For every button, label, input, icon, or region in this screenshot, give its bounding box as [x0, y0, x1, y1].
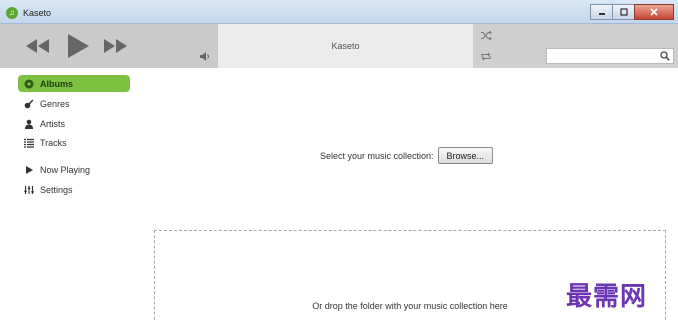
- play-icon: [24, 165, 34, 175]
- playback-options: [473, 24, 678, 68]
- sidebar-item-label: Genres: [40, 98, 70, 109]
- sidebar-item-albums[interactable]: Albums: [18, 75, 130, 92]
- collection-select-row: Select your music collection: Browse...: [320, 147, 494, 164]
- list-icon: [24, 138, 34, 148]
- sidebar-item-label: Now Playing: [40, 164, 91, 175]
- repeat-icon[interactable]: [480, 51, 492, 62]
- player-bar: Kaseto: [0, 24, 678, 68]
- sidebar-item-now-playing[interactable]: Now Playing: [18, 161, 130, 178]
- minimize-button[interactable]: [590, 4, 613, 20]
- person-icon: [24, 119, 34, 129]
- select-collection-label: Select your music collection:: [320, 150, 434, 161]
- previous-icon[interactable]: [24, 37, 50, 55]
- sidebar-item-label: Artists: [40, 118, 66, 129]
- close-button[interactable]: [634, 4, 674, 20]
- guitar-icon: [24, 99, 34, 109]
- shuffle-icon[interactable]: [480, 30, 492, 41]
- play-icon[interactable]: [62, 32, 92, 60]
- sliders-icon: [24, 185, 34, 195]
- maximize-icon: [619, 8, 628, 16]
- sidebar-nav: Albums Genres Artists Tracks Now Playing…: [0, 68, 150, 321]
- next-icon[interactable]: [103, 37, 129, 55]
- now-playing-title: Kaseto: [331, 41, 360, 51]
- sidebar-item-label: Settings: [40, 184, 73, 195]
- sidebar-item-settings[interactable]: Settings: [18, 181, 130, 198]
- search-input[interactable]: [547, 49, 657, 63]
- transport-controls: [0, 24, 218, 68]
- sidebar-item-label: Tracks: [40, 137, 67, 148]
- sidebar-item-label: Albums: [40, 78, 74, 89]
- search-icon[interactable]: [660, 51, 670, 61]
- maximize-button[interactable]: [612, 4, 635, 20]
- volume-icon[interactable]: [199, 51, 211, 62]
- search-box: [546, 48, 674, 64]
- window-title-bar: ♫ Kaseto: [0, 0, 678, 24]
- now-playing-display: Kaseto: [218, 24, 473, 68]
- window-controls: [590, 4, 674, 20]
- app-icon: ♫: [6, 7, 18, 19]
- minimize-icon: [598, 13, 605, 15]
- window-title: Kaseto: [23, 8, 52, 18]
- sidebar-item-tracks[interactable]: Tracks: [18, 134, 130, 151]
- sidebar-item-artists[interactable]: Artists: [18, 115, 130, 132]
- close-icon: [650, 8, 658, 16]
- album-icon: [24, 79, 34, 89]
- browse-button[interactable]: Browse...: [437, 147, 494, 164]
- watermark-logo: 最需网: [566, 282, 648, 312]
- sidebar-item-genres[interactable]: Genres: [18, 95, 130, 112]
